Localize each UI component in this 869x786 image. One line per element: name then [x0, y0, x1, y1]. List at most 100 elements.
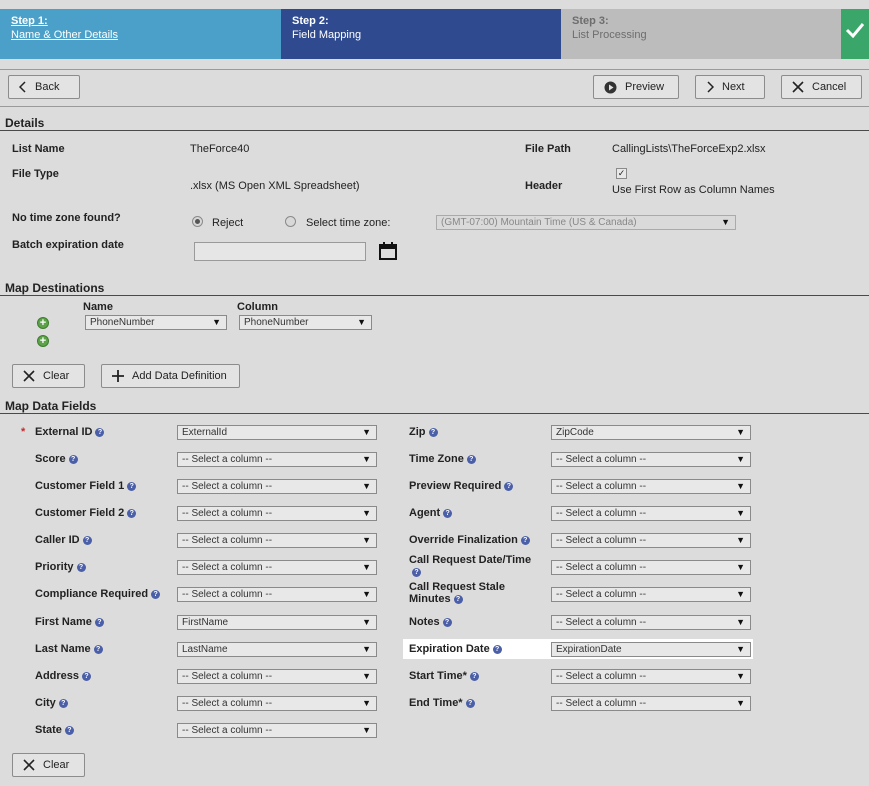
help-icon[interactable]: ? [68, 455, 78, 464]
help-icon[interactable]: ? [442, 618, 452, 627]
step-1-title[interactable]: Step 1: [11, 15, 270, 27]
left-field-select[interactable]: LastName ▼ [177, 642, 377, 657]
left-field-select[interactable]: -- Select a column -- ▼ [177, 506, 377, 521]
right-field-select-value: -- Select a column -- [556, 562, 647, 573]
chevron-down-icon: ▼ [736, 454, 745, 464]
chevron-down-icon: ▼ [736, 644, 745, 654]
chevron-left-icon [19, 81, 27, 93]
left-field-select-value: LastName [182, 644, 228, 655]
right-field-select[interactable]: -- Select a column -- ▼ [551, 560, 751, 575]
left-field-label: City? [35, 697, 68, 709]
header-checkbox[interactable]: ✓ [616, 168, 627, 179]
help-icon[interactable]: ? [465, 699, 475, 708]
right-field-select[interactable]: -- Select a column -- ▼ [551, 506, 751, 521]
right-field-select[interactable]: -- Select a column -- ▼ [551, 587, 751, 602]
left-field-select[interactable]: -- Select a column -- ▼ [177, 533, 377, 548]
reject-label: Reject [212, 217, 244, 229]
right-field-label-text: Agent [409, 507, 441, 519]
back-label: Back [35, 81, 60, 93]
left-field-select[interactable]: -- Select a column -- ▼ [177, 723, 377, 738]
help-icon[interactable]: ? [520, 536, 530, 545]
help-icon[interactable]: ? [127, 482, 137, 491]
map-destinations-heading: Map Destinations [5, 281, 105, 295]
help-icon[interactable]: ? [466, 455, 476, 464]
right-field-select[interactable]: ExpirationDate ▼ [551, 642, 751, 657]
right-field-select-value: -- Select a column -- [556, 589, 647, 600]
help-icon[interactable]: ? [504, 482, 514, 491]
help-icon[interactable]: ? [95, 428, 105, 437]
left-field-select-value: FirstName [182, 617, 229, 628]
left-field-label: State? [35, 724, 74, 736]
right-field-select[interactable]: -- Select a column -- ▼ [551, 479, 751, 494]
reject-radio[interactable] [192, 216, 203, 227]
destination-name-select[interactable]: PhoneNumber ▼ [85, 315, 227, 330]
add-data-definition-label: Add Data Definition [132, 370, 227, 382]
left-field-select[interactable]: -- Select a column -- ▼ [177, 479, 377, 494]
right-field-select-value: -- Select a column -- [556, 481, 647, 492]
map-data-fields-heading: Map Data Fields [5, 399, 97, 413]
help-icon[interactable]: ? [58, 699, 68, 708]
left-field-select[interactable]: -- Select a column -- ▼ [177, 669, 377, 684]
help-icon[interactable]: ? [412, 568, 421, 577]
right-field-label: Zip? [409, 426, 438, 438]
help-icon[interactable]: ? [94, 618, 104, 627]
right-field-select[interactable]: ZipCode ▼ [551, 425, 751, 440]
chevron-down-icon: ▼ [736, 589, 745, 599]
left-field-select[interactable]: -- Select a column -- ▼ [177, 696, 377, 711]
left-field-label-text: Customer Field 1 [35, 480, 125, 492]
help-icon[interactable]: ? [82, 536, 92, 545]
calendar-icon[interactable] [379, 242, 397, 260]
help-icon[interactable]: ? [428, 428, 438, 437]
left-field-select-value: -- Select a column -- [182, 508, 273, 519]
help-icon[interactable]: ? [151, 590, 161, 599]
plus-icon [112, 370, 124, 382]
add-row-icon[interactable]: + [37, 335, 49, 347]
batch-expiration-input[interactable] [194, 242, 366, 261]
left-field-select[interactable]: -- Select a column -- ▼ [177, 587, 377, 602]
play-circle-icon [604, 81, 617, 94]
next-button[interactable]: Next [695, 75, 765, 99]
chevron-down-icon: ▼ [721, 217, 730, 227]
timezone-select[interactable]: (GMT-07:00) Mountain Time (US & Canada) … [436, 215, 736, 230]
select-timezone-label: Select time zone: [306, 217, 391, 229]
left-field-select[interactable]: FirstName ▼ [177, 615, 377, 630]
close-icon [792, 81, 804, 93]
list-name-value: TheForce40 [190, 143, 250, 155]
clear-label: Clear [43, 370, 70, 382]
left-field-select[interactable]: ExternalId ▼ [177, 425, 377, 440]
right-field-select[interactable]: -- Select a column -- ▼ [551, 533, 751, 548]
right-field-select-value: ZipCode [556, 427, 594, 438]
clear-destinations-button[interactable]: Clear [12, 364, 85, 388]
add-row-icon[interactable]: + [37, 317, 49, 329]
wizard-step-1[interactable]: Step 1: Name & Other Details [0, 9, 281, 59]
cancel-button[interactable]: Cancel [781, 75, 862, 99]
preview-button[interactable]: Preview [593, 75, 679, 99]
help-icon[interactable]: ? [453, 595, 463, 604]
help-icon[interactable]: ? [82, 672, 92, 681]
right-field-select[interactable]: -- Select a column -- ▼ [551, 696, 751, 711]
destination-column-header: Column [237, 301, 278, 313]
step-1-name[interactable]: Name & Other Details [11, 29, 118, 41]
right-field-select[interactable]: -- Select a column -- ▼ [551, 452, 751, 467]
left-field-select-value: -- Select a column -- [182, 671, 273, 682]
help-icon[interactable]: ? [469, 672, 479, 681]
help-icon[interactable]: ? [64, 726, 74, 735]
help-icon[interactable]: ? [492, 645, 502, 654]
add-data-definition-button[interactable]: Add Data Definition [101, 364, 240, 388]
right-field-label-text: Notes [409, 616, 440, 628]
select-timezone-radio[interactable] [285, 216, 296, 227]
right-field-select[interactable]: -- Select a column -- ▼ [551, 669, 751, 684]
left-field-select[interactable]: -- Select a column -- ▼ [177, 560, 377, 575]
right-field-label: Time Zone? [409, 453, 476, 465]
right-field-select[interactable]: -- Select a column -- ▼ [551, 615, 751, 630]
back-button[interactable]: Back [8, 75, 80, 99]
left-field-select[interactable]: -- Select a column -- ▼ [177, 452, 377, 467]
clear-fields-button[interactable]: Clear [12, 753, 85, 777]
help-icon[interactable]: ? [127, 509, 137, 518]
destination-column-select[interactable]: PhoneNumber ▼ [239, 315, 372, 330]
chevron-down-icon: ▼ [212, 317, 221, 327]
help-icon[interactable]: ? [443, 509, 453, 518]
help-icon[interactable]: ? [93, 645, 103, 654]
help-icon[interactable]: ? [76, 563, 86, 572]
divider [0, 69, 869, 70]
